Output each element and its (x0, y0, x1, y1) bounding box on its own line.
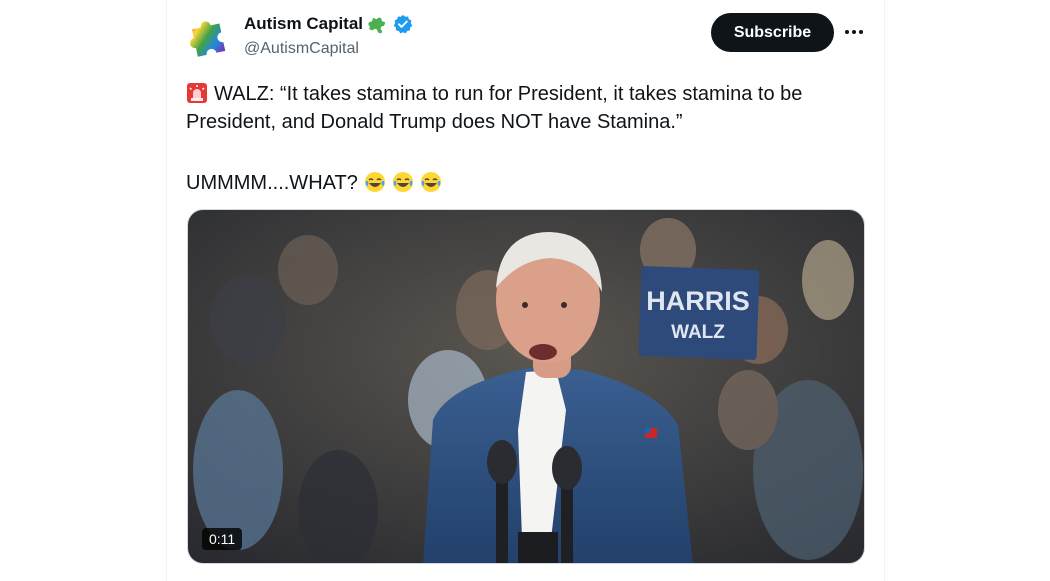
tears-of-joy-emoji (392, 172, 413, 192)
tweet-line-3: UMMMM....WHAT? (186, 169, 866, 197)
timeline-left-border (166, 0, 167, 581)
display-name[interactable]: Autism Capital (244, 14, 363, 34)
account-avatar[interactable] (186, 14, 232, 60)
campaign-sign: HARRIS WALZ (638, 266, 760, 360)
rainbow-puzzle-piece-icon (189, 21, 226, 57)
tweet-line-2: President, and Donald Trump does NOT hav… (186, 111, 683, 133)
more-options-icon[interactable] (843, 22, 865, 42)
verified-badge-icon[interactable] (393, 14, 413, 34)
rotating-light-emoji (187, 83, 207, 103)
tears-of-joy-emoji (364, 172, 385, 192)
sign-line-1: HARRIS (646, 286, 750, 316)
video-duration-badge: 0:11 (202, 528, 243, 550)
tweet-line-1: WALZ: “It takes stamina to run for Presi… (186, 80, 866, 108)
tweet-line-1-text: WALZ: “It takes stamina to run for Presi… (214, 83, 803, 105)
account-name-row[interactable]: Autism Capital (244, 14, 413, 34)
video-player[interactable]: HARRIS WALZ 0:11 (187, 209, 865, 564)
subscribe-button[interactable]: Subscribe (711, 13, 834, 52)
tweet-text: WALZ: “It takes stamina to run for Presi… (186, 80, 866, 197)
video-frame: HARRIS WALZ (188, 210, 864, 563)
tweet-line-3-text: UMMMM....WHAT? (186, 172, 358, 194)
timeline-right-border (884, 0, 885, 581)
puzzle-piece-emoji (368, 17, 386, 34)
tears-of-joy-emoji (420, 172, 441, 192)
account-handle[interactable]: @AutismCapital (244, 40, 359, 58)
sign-line-2: WALZ (671, 322, 725, 343)
